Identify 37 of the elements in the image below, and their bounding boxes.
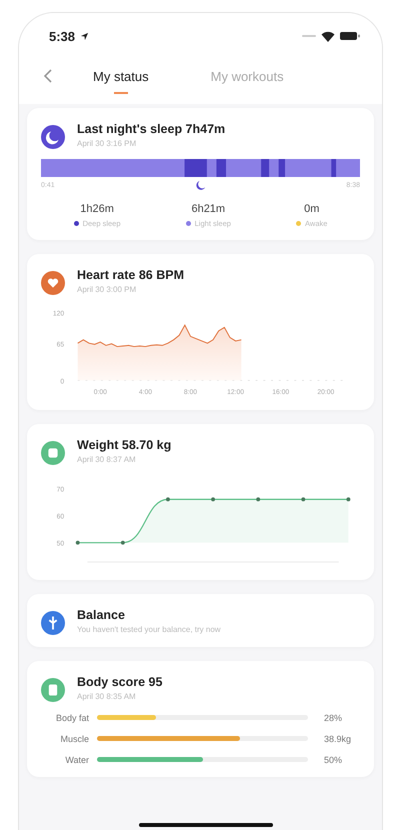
location-arrow-icon <box>80 32 90 40</box>
card-date: April 30 8:35 AM <box>77 692 137 701</box>
metric-label: Water <box>64 754 89 765</box>
card-date: April 30 3:00 PM <box>77 285 138 294</box>
card-subtitle: You haven't tested your balance, try now <box>77 624 221 634</box>
data-point <box>76 540 80 544</box>
card-date: April 30 3:16 PM <box>77 139 138 148</box>
card-title: Last night's sleep 7h47m <box>77 122 226 136</box>
battery-icon <box>340 31 360 41</box>
tab[interactable]: My status <box>93 68 149 98</box>
moon-icon <box>195 180 206 191</box>
card-title: Balance <box>77 608 126 622</box>
wifi-icon <box>321 30 335 42</box>
body-score-card[interactable]: Body score 95 April 30 8:35 AM Body fat 28% Muscle 38.9kg Water 50% <box>27 660 374 777</box>
metric-value: 38.9kg <box>324 734 352 744</box>
card-date: April 30 8:37 AM <box>77 454 137 464</box>
card-title: Body score 95 <box>77 674 162 689</box>
data-point <box>166 497 170 502</box>
data-point <box>301 497 306 502</box>
status-time: 5:38 <box>49 28 76 44</box>
balance-icon <box>41 610 65 635</box>
moon-icon <box>41 125 65 149</box>
stat-value: 6h21m <box>191 203 226 215</box>
metric-label: Muscle <box>59 734 89 744</box>
data-point <box>120 540 125 544</box>
back-icon[interactable] <box>43 69 53 83</box>
metric-value: 28% <box>324 712 344 723</box>
data-point <box>346 497 350 502</box>
balance-card[interactable]: Balance You haven't tested your balance, try now <box>27 594 374 647</box>
data-point <box>256 497 260 502</box>
data-point <box>211 497 215 502</box>
stat-value: 1h26m <box>80 203 114 215</box>
metric-label: Body fat <box>54 712 89 723</box>
stat-value: 0m <box>304 203 320 215</box>
card-title: Weight 58.70 kg <box>77 438 172 452</box>
metric-value: 50% <box>324 754 344 765</box>
card-title: Heart rate 86 BPM <box>77 268 184 282</box>
